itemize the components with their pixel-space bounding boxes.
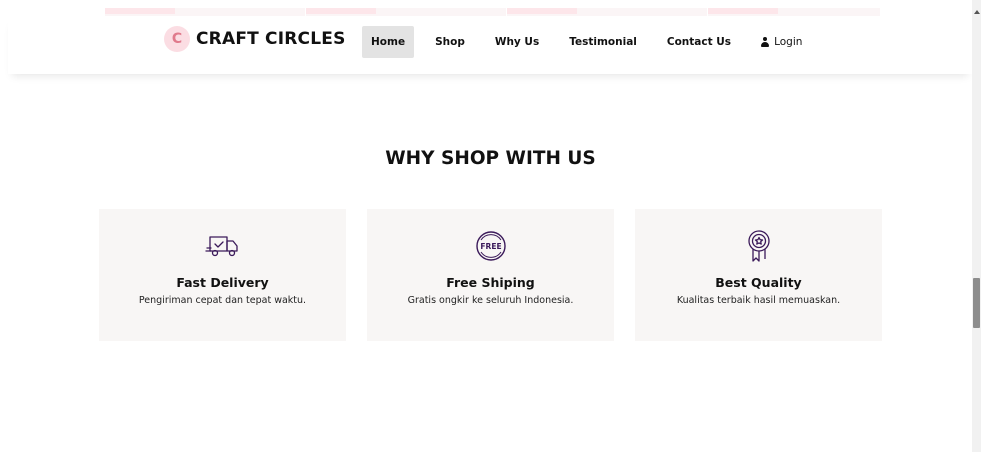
svg-text:FREE: FREE [480, 242, 501, 251]
award-ribbon-icon [747, 230, 770, 262]
craft-circles-logo-icon: C [164, 26, 190, 52]
features-cards: Fast Delivery Pengiriman cepat dan tepat… [99, 209, 882, 341]
user-icon [761, 37, 770, 47]
nav-item-why-us[interactable]: Why Us [486, 26, 548, 58]
nav-item-testimonial[interactable]: Testimonial [560, 26, 646, 58]
scrollbar[interactable] [972, 0, 981, 452]
scrollbar-thumb[interactable] [973, 278, 980, 328]
feature-desc: Gratis ongkir ke seluruh Indonesia. [407, 295, 574, 306]
feature-title: Free Shiping [446, 275, 535, 290]
brand[interactable]: C CRAFT CIRCLES [164, 26, 346, 52]
nav-item-contact-us[interactable]: Contact Us [658, 26, 740, 58]
nav-item-shop[interactable]: Shop [426, 26, 474, 58]
feature-desc: Kualitas terbaik hasil memuaskan. [676, 295, 841, 306]
login-link[interactable]: Login [752, 26, 811, 58]
feature-title: Best Quality [715, 275, 802, 290]
feature-card-best-quality: Best Quality Kualitas terbaik hasil memu… [635, 209, 882, 341]
feature-desc: Pengiriman cepat dan tepat waktu. [138, 295, 307, 306]
navbar: C CRAFT CIRCLES Home Shop Why Us Testimo… [8, 16, 972, 74]
nav-item-home[interactable]: Home [362, 26, 415, 58]
section-title: WHY SHOP WITH US [385, 148, 596, 169]
brand-name: CRAFT CIRCLES [196, 29, 346, 49]
feature-title: Fast Delivery [176, 275, 269, 290]
login-label: Login [774, 36, 803, 48]
feature-card-fast-delivery: Fast Delivery Pengiriman cepat dan tepat… [99, 209, 346, 341]
nav-links: Home Shop Why Us Testimonial Contact Us … [362, 26, 823, 58]
free-badge-icon: FREE [475, 231, 506, 261]
delivery-truck-icon [204, 236, 238, 257]
scroll-up-arrow-icon[interactable] [974, 10, 980, 14]
feature-card-free-shipping: FREE Free Shiping Gratis ongkir ke selur… [367, 209, 614, 341]
